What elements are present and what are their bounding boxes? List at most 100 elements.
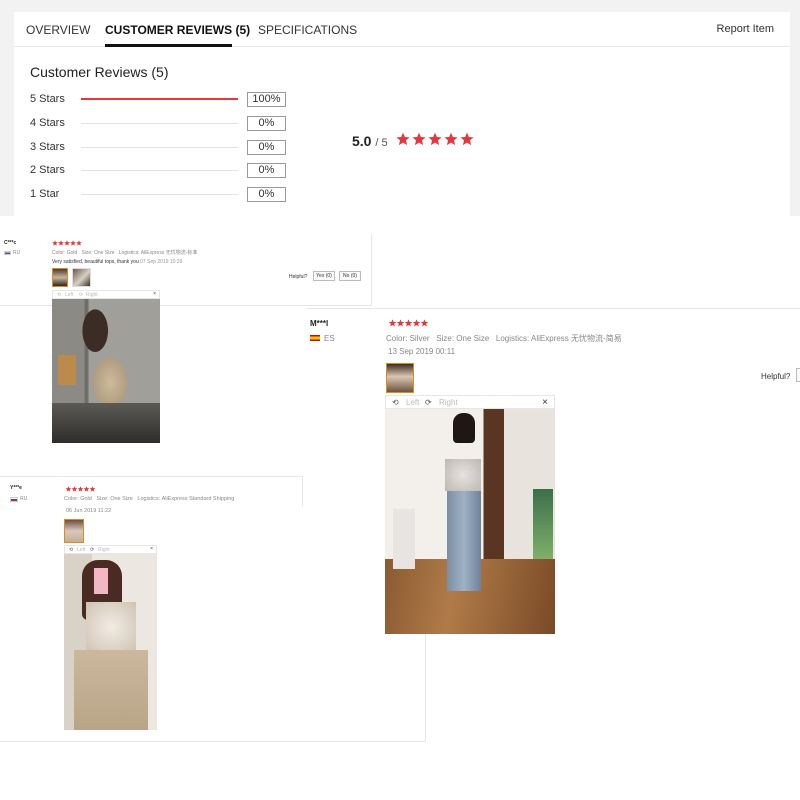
rating-percent: 0%	[247, 140, 286, 155]
photo-person-skirt	[74, 650, 148, 730]
rotate-right-icon[interactable]: ⟳	[425, 398, 432, 407]
tab-bar: OVERVIEW CUSTOMER REVIEWS (5) SPECIFICAT…	[14, 12, 790, 47]
star-icon	[65, 486, 72, 492]
rating-row-2[interactable]: 2 Stars 0%	[30, 163, 290, 179]
star-icon	[444, 132, 458, 146]
reviewer-country: RU	[13, 250, 21, 256]
photo-viewer-toolbar: ⟲ Left ⟳ Right ×	[64, 545, 157, 554]
reviews-panel: OVERVIEW CUSTOMER REVIEWS (5) SPECIFICAT…	[14, 12, 790, 216]
tab-overview[interactable]: OVERVIEW	[26, 23, 90, 37]
flag-icon	[310, 335, 320, 341]
review-date: 13 Sep 2019 00:11	[388, 347, 456, 356]
rating-row-label: 4 Stars	[30, 117, 65, 129]
rating-percent: 0%	[247, 187, 286, 202]
review-photo-large[interactable]	[385, 409, 555, 634]
reviewer-name: C***c	[4, 240, 17, 246]
tab-specifications[interactable]: SPECIFICATIONS	[258, 23, 357, 37]
rating-row-5[interactable]: 5 Stars 100%	[30, 92, 290, 108]
photo-bed	[393, 509, 415, 569]
star-icon	[70, 240, 76, 246]
rating-row-label: 1 Star	[30, 188, 60, 200]
report-item-link[interactable]: Report Item	[717, 23, 774, 35]
star-icon	[76, 240, 82, 246]
review-attributes: Color: Gold Size: One Size Logistics: Al…	[52, 250, 198, 256]
review-photo-thumbnail[interactable]	[72, 268, 91, 287]
rating-row-3[interactable]: 3 Stars 0%	[30, 140, 290, 156]
rating-row-label: 2 Stars	[30, 164, 65, 176]
divider	[0, 741, 426, 742]
flag-icon	[4, 251, 11, 255]
rotate-left-icon[interactable]: ⟲	[392, 398, 399, 407]
photo-person-hair	[453, 413, 475, 443]
rotate-left-icon[interactable]: ⟲	[69, 547, 73, 553]
rotate-left-label[interactable]: Left	[406, 398, 419, 407]
star-icon	[52, 240, 58, 246]
review-photo-thumbnail[interactable]	[386, 363, 414, 393]
photo-person-top	[86, 602, 136, 652]
review-photo-thumbnail[interactable]	[64, 519, 84, 543]
star-icon	[412, 319, 421, 327]
rating-percent: 100%	[247, 92, 286, 107]
review-card: C***c RU Color: Gold Size: One Size Logi…	[0, 234, 372, 306]
rating-bar	[81, 194, 238, 195]
rating-row-label: 5 Stars	[30, 93, 65, 105]
review-stars	[52, 240, 82, 246]
rating-row-4[interactable]: 4 Stars 0%	[30, 116, 290, 132]
average-stars	[396, 132, 474, 146]
rating-row-1[interactable]: 1 Star 0%	[30, 187, 290, 203]
review-photo-large[interactable]	[52, 299, 160, 443]
reviewer-name: Y***e	[10, 485, 22, 491]
rotate-left-label[interactable]: Left	[77, 547, 85, 553]
helpful-label: Helpful?	[761, 372, 791, 381]
rotate-left-icon[interactable]: ⟲	[57, 292, 61, 298]
rating-percent: 0%	[247, 163, 286, 178]
helpful-no-button[interactable]: No (0)	[339, 271, 361, 281]
star-icon	[71, 486, 78, 492]
helpful-yes-button[interactable]	[796, 368, 800, 382]
review-date: 06 Jun 2019 11:22	[66, 508, 112, 514]
rotate-right-icon[interactable]: ⟳	[90, 547, 94, 553]
average-score: 5.0	[352, 133, 372, 149]
star-icon	[420, 319, 429, 327]
reviewer-country: RU	[20, 496, 28, 502]
tab-customer-reviews[interactable]: CUSTOMER REVIEWS (5)	[105, 23, 250, 37]
star-icon	[396, 132, 410, 146]
close-icon[interactable]: ×	[542, 397, 548, 408]
rating-bar	[81, 147, 238, 148]
photo-floor	[52, 403, 160, 443]
photo-clothes-rack	[533, 489, 553, 559]
divider	[302, 476, 303, 506]
rotate-right-label[interactable]: Right	[439, 398, 458, 407]
review-card: Y***e RU Color: Gold Size: One Size Logi…	[0, 476, 302, 543]
rotate-right-label[interactable]: Right	[98, 547, 110, 553]
photo-person-top	[445, 459, 481, 491]
review-photo-thumbnail[interactable]	[52, 268, 68, 287]
star-icon	[64, 240, 70, 246]
rotate-right-label[interactable]: Right	[86, 292, 98, 298]
rotate-right-icon[interactable]: ⟳	[79, 292, 83, 298]
helpful-yes-button[interactable]: Yes (0)	[313, 271, 335, 281]
rating-bar-fill	[81, 98, 238, 100]
review-stars	[65, 486, 96, 492]
star-icon	[460, 132, 474, 146]
rating-percent: 0%	[247, 116, 286, 131]
divider	[425, 634, 426, 742]
photo-person-jeans	[447, 491, 481, 591]
photo-phone	[94, 568, 108, 594]
star-icon	[89, 486, 96, 492]
average-rating: 5.0 / 5	[352, 133, 388, 149]
rating-row-label: 3 Stars	[30, 141, 65, 153]
star-icon	[412, 132, 426, 146]
close-icon[interactable]: ×	[150, 546, 153, 552]
close-icon[interactable]: ×	[153, 291, 156, 297]
reviews-heading: Customer Reviews (5)	[30, 64, 169, 80]
rotate-left-label[interactable]: Left	[65, 292, 73, 298]
star-icon	[388, 319, 397, 327]
review-photo-large[interactable]	[64, 554, 157, 730]
flag-icon	[10, 497, 18, 502]
photo-viewer-toolbar: ⟲ Left ⟳ Right ×	[385, 395, 555, 409]
rating-bar	[81, 98, 238, 100]
star-icon	[428, 132, 442, 146]
average-out-of: / 5	[375, 137, 388, 149]
reviewer-country: ES	[324, 334, 335, 343]
